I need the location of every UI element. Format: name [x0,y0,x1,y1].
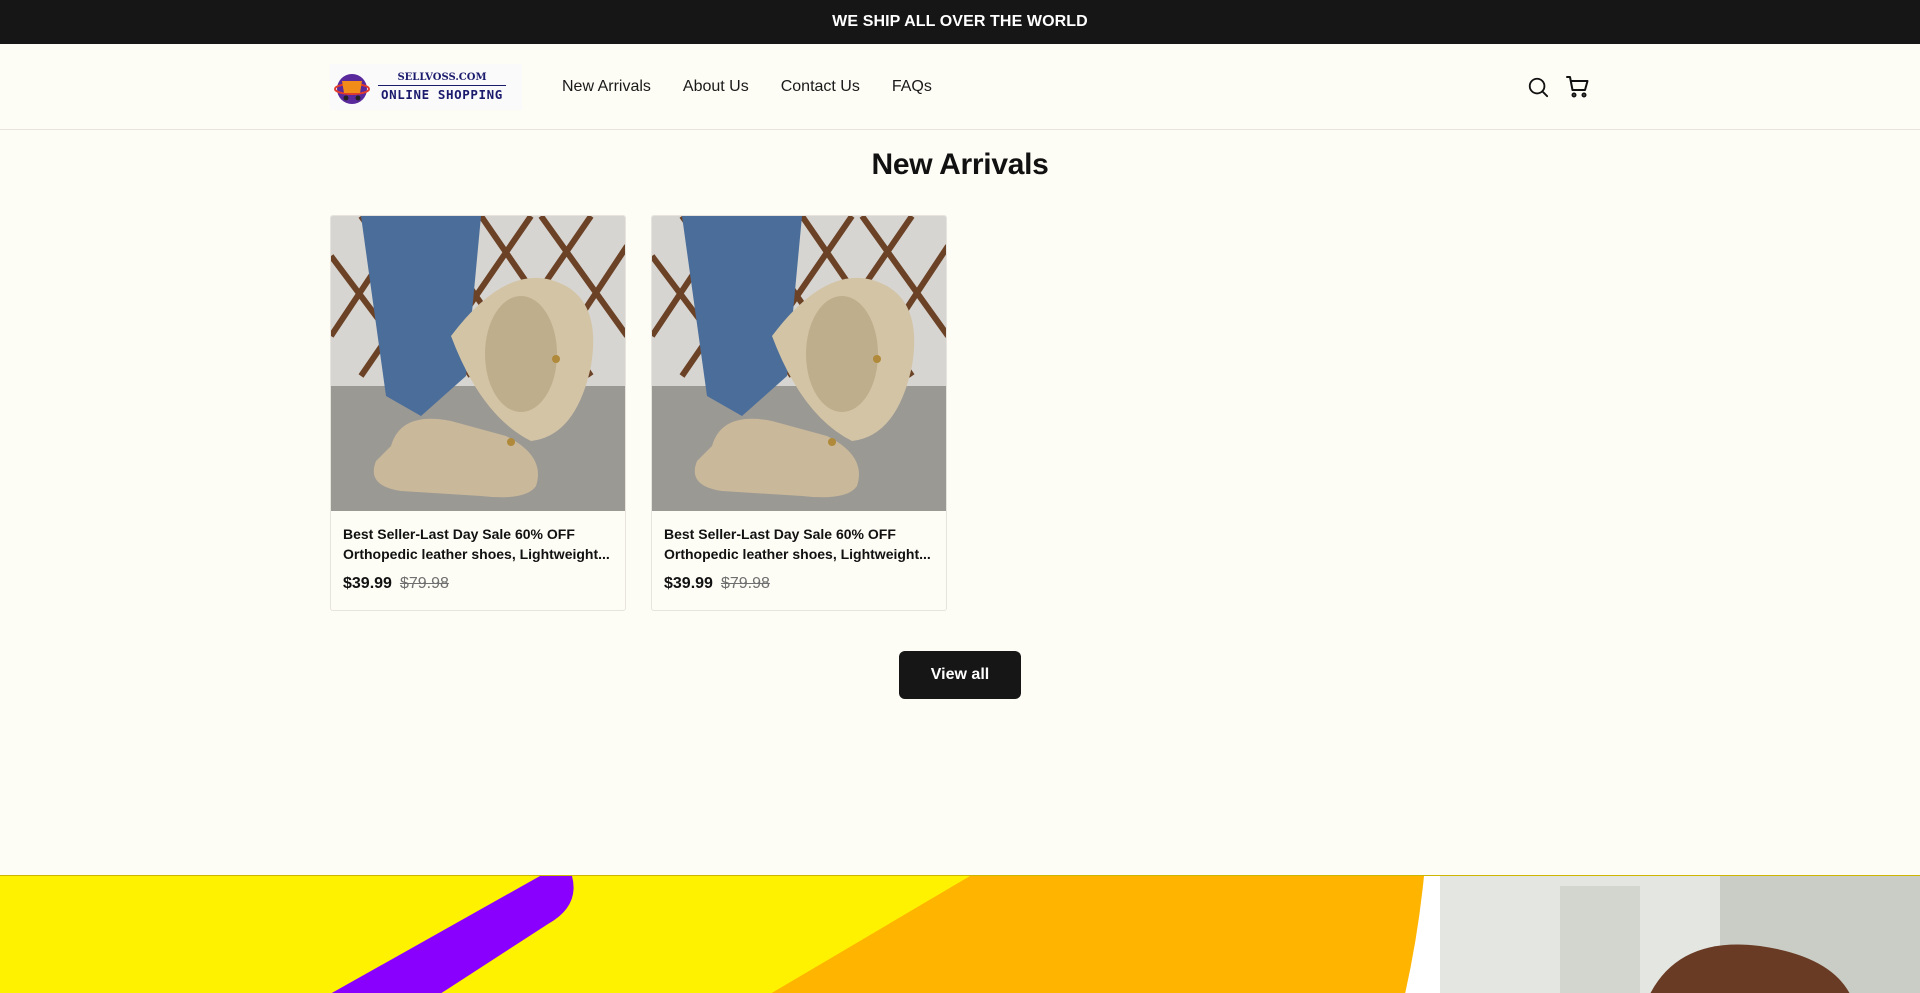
product-title[interactable]: Best Seller-Last Day Sale 60% OFF Orthop… [664,524,934,564]
product-image[interactable] [652,216,947,511]
announcement-bar: WE SHIP ALL OVER THE WORLD [0,0,1920,44]
main-nav: New Arrivals About Us Contact Us FAQs [562,78,932,96]
nav-item-new-arrivals[interactable]: New Arrivals [562,78,651,96]
nav-item-contact-us[interactable]: Contact Us [781,78,860,96]
compare-price: $79.98 [399,575,449,592]
price-row: $39.99 $79.98 [664,575,934,593]
cart-icon [1566,76,1589,98]
header-inner: SELLVOSS.COM ONLINE SHOPPING New Arrival… [330,44,1590,130]
logo-wordmark: SELLVOSS.COM ONLINE SHOPPING [378,72,506,102]
product-info: Best Seller-Last Day Sale 60% OFF Orthop… [331,511,625,593]
section-title: New Arrivals [871,148,1049,181]
promo-banner-graphic [0,876,1920,993]
globe-cart-logo-icon [334,74,370,104]
price-row: $39.99 $79.98 [343,575,613,593]
product-info: Best Seller-Last Day Sale 60% OFF Orthop… [652,511,946,593]
promo-banner[interactable] [0,875,1920,993]
product-title[interactable]: Best Seller-Last Day Sale 60% OFF Orthop… [343,524,613,564]
logo-bottom-text: ONLINE SHOPPING [381,86,503,102]
site-header: SELLVOSS.COM ONLINE SHOPPING New Arrival… [0,44,1920,130]
search-button[interactable] [1526,75,1550,99]
nav-item-about-us[interactable]: About Us [683,78,749,96]
product-card[interactable]: Best Seller-Last Day Sale 60% OFF Orthop… [330,215,626,611]
product-grid: Best Seller-Last Day Sale 60% OFF Orthop… [330,215,947,611]
cart-button[interactable] [1566,75,1590,99]
compare-price: $79.98 [720,575,770,592]
announcement-text: WE SHIP ALL OVER THE WORLD [832,13,1088,30]
product-card[interactable]: Best Seller-Last Day Sale 60% OFF Orthop… [651,215,947,611]
store-logo[interactable]: SELLVOSS.COM ONLINE SHOPPING [330,64,522,110]
nav-item-faqs[interactable]: FAQs [892,78,932,96]
product-image[interactable] [331,216,626,511]
sale-price: $39.99 [664,575,713,592]
sale-price: $39.99 [343,575,392,592]
view-all-button[interactable]: View all [899,651,1021,699]
search-icon [1528,77,1549,98]
logo-top-text: SELLVOSS.COM [378,72,506,86]
header-icons [1526,75,1590,99]
